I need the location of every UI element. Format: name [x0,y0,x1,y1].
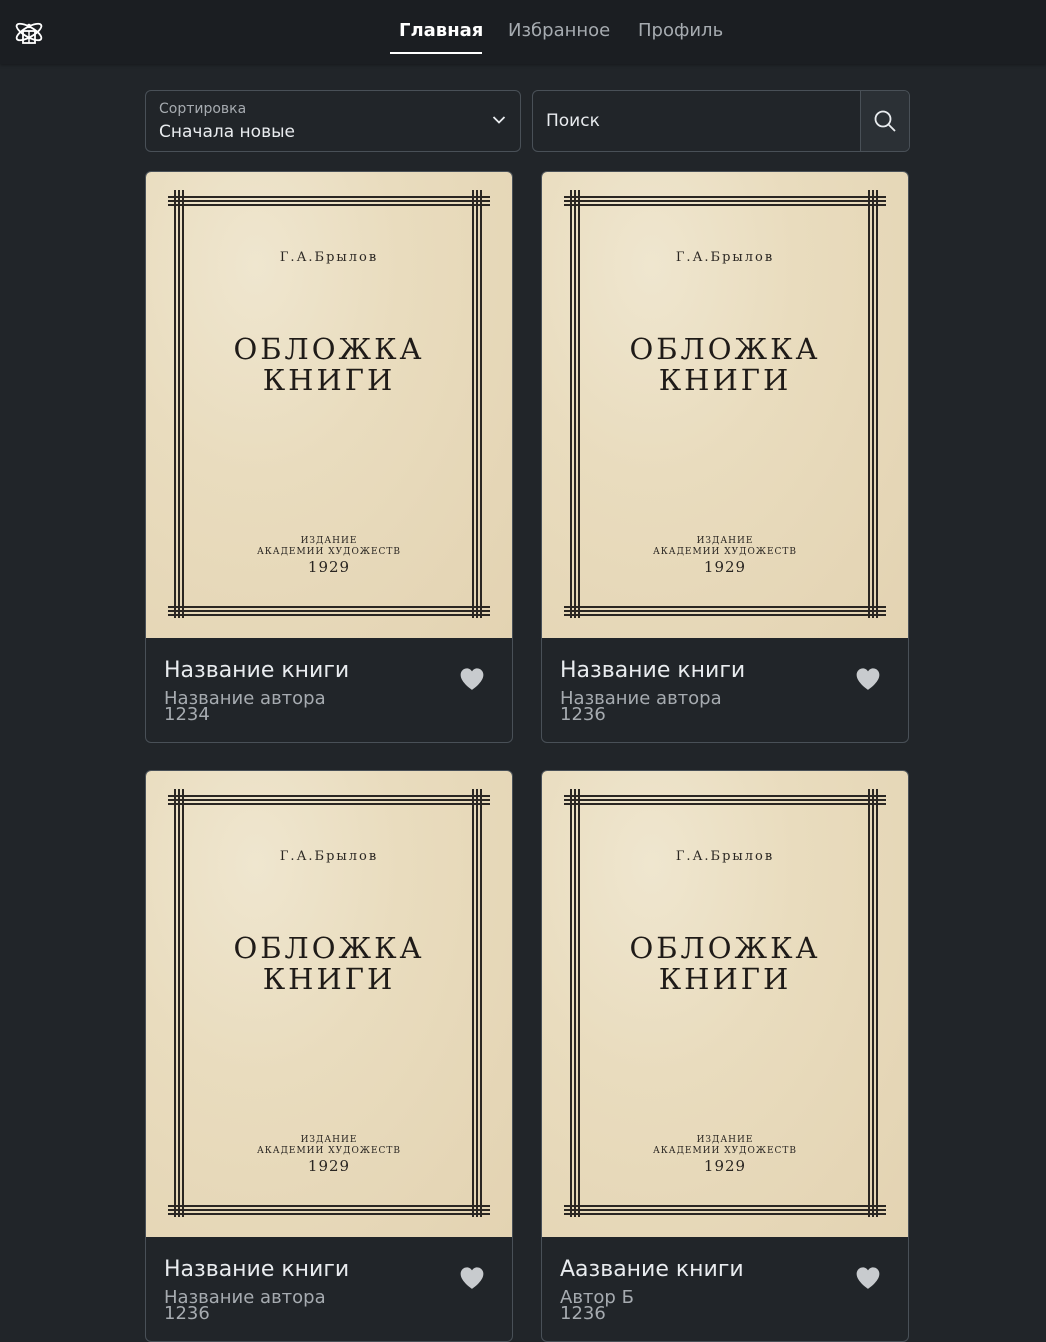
book-cover-image[interactable]: Г.А.Брылов ОБЛОЖКА КНИГИ ИЗДАНИЕ АКАДЕМИ… [146,172,512,638]
cover-title: ОБЛОЖКА КНИГИ [542,334,908,396]
favorite-heart-icon[interactable] [459,667,485,691]
book-year: 1236 [560,704,606,725]
sort-label: Сортировка [159,101,247,117]
nav-tab-home[interactable]: Главная [399,20,483,41]
cover-title-line1: ОБЛОЖКА [629,332,821,366]
cover-title-line2: КНИГИ [658,962,792,996]
cover-title-line2: КНИГИ [262,363,396,397]
book-year: 1234 [164,704,210,725]
chevron-down-icon [492,116,506,124]
search-input[interactable] [533,91,861,151]
cover-title-line1: ОБЛОЖКА [233,931,425,965]
sort-select[interactable]: Сортировка Сначала новые [145,90,521,152]
sort-value: Сначала новые [159,122,295,142]
cover-frame-bottom [564,604,886,616]
book-title[interactable]: Название книги [560,658,745,683]
cover-publisher: ИЗДАНИЕ АКАДЕМИИ ХУДОЖЕСТВ 1929 [146,536,512,576]
top-navbar: Главная Избранное Профиль [0,0,1046,64]
active-tab-indicator [390,52,482,54]
cover-publisher: ИЗДАНИЕ АКАДЕМИИ ХУДОЖЕСТВ 1929 [542,1135,908,1175]
cover-frame-top [564,793,886,805]
cover-year: 1929 [703,1157,747,1175]
cover-author: Г.А.Брылов [675,250,775,265]
cover-title: ОБЛОЖКА КНИГИ [146,933,512,995]
cover-title: ОБЛОЖКА КНИГИ [146,334,512,396]
cover-year: 1929 [307,558,351,576]
book-title[interactable]: Аазвание книги [560,1257,744,1282]
book-card[interactable]: Г.А.Брылов ОБЛОЖКА КНИГИ ИЗДАНИЕ АКАДЕМИ… [145,770,513,1342]
cover-pub-line1: ИЗДАНИЕ [300,536,358,546]
cover-pub-line2: АКАДЕМИИ ХУДОЖЕСТВ [256,1146,402,1156]
cover-year: 1929 [307,1157,351,1175]
cover-pub-line1: ИЗДАНИЕ [300,1135,358,1145]
nav-tab-favorites[interactable]: Избранное [508,20,610,41]
nav-tab-profile[interactable]: Профиль [638,20,723,41]
cover-frame-top [564,194,886,206]
cover-frame-bottom [168,1203,490,1215]
cover-pub-line1: ИЗДАНИЕ [696,1135,754,1145]
book-card[interactable]: Г.А.Брылов ОБЛОЖКА КНИГИ ИЗДАНИЕ АКАДЕМИ… [541,171,909,743]
book-cover-image[interactable]: Г.А.Брылов ОБЛОЖКА КНИГИ ИЗДАНИЕ АКАДЕМИ… [542,172,908,638]
cover-title-line1: ОБЛОЖКА [233,332,425,366]
cover-pub-line2: АКАДЕМИИ ХУДОЖЕСТВ [652,547,798,557]
cover-title-line1: ОБЛОЖКА [629,931,821,965]
book-card[interactable]: Г.А.Брылов ОБЛОЖКА КНИГИ ИЗДАНИЕ АКАДЕМИ… [145,171,513,743]
book-cover-image[interactable]: Г.А.Брылов ОБЛОЖКА КНИГИ ИЗДАНИЕ АКАДЕМИ… [146,771,512,1237]
cover-publisher: ИЗДАНИЕ АКАДЕМИИ ХУДОЖЕСТВ 1929 [542,536,908,576]
cover-frame-top [168,194,490,206]
cover-frame-bottom [168,604,490,616]
search-button[interactable] [860,91,909,151]
cover-publisher: ИЗДАНИЕ АКАДЕМИИ ХУДОЖЕСТВ 1929 [146,1135,512,1175]
book-year: 1236 [560,1303,606,1324]
book-card[interactable]: Г.А.Брылов ОБЛОЖКА КНИГИ ИЗДАНИЕ АКАДЕМИ… [541,770,909,1342]
book-title[interactable]: Название книги [164,658,349,683]
cover-pub-line1: ИЗДАНИЕ [696,536,754,546]
cover-frame-top [168,793,490,805]
search-icon [874,110,896,132]
cover-author: Г.А.Брылов [279,250,379,265]
cover-year: 1929 [703,558,747,576]
book-cover-image[interactable]: Г.А.Брылов ОБЛОЖКА КНИГИ ИЗДАНИЕ АКАДЕМИ… [542,771,908,1237]
cover-author: Г.А.Брылов [675,849,775,864]
favorite-heart-icon[interactable] [459,1266,485,1290]
cover-pub-line2: АКАДЕМИИ ХУДОЖЕСТВ [256,547,402,557]
cover-pub-line2: АКАДЕМИИ ХУДОЖЕСТВ [652,1146,798,1156]
cover-author: Г.А.Брылов [279,849,379,864]
cover-title: ОБЛОЖКА КНИГИ [542,933,908,995]
favorite-heart-icon[interactable] [855,1266,881,1290]
cover-title-line2: КНИГИ [262,962,396,996]
search-group [532,90,910,152]
book-title[interactable]: Название книги [164,1257,349,1282]
book-year: 1236 [164,1303,210,1324]
favorite-heart-icon[interactable] [855,667,881,691]
main-nav: Главная Избранное Профиль [0,0,1046,64]
cover-frame-bottom [564,1203,886,1215]
cover-title-line2: КНИГИ [658,363,792,397]
